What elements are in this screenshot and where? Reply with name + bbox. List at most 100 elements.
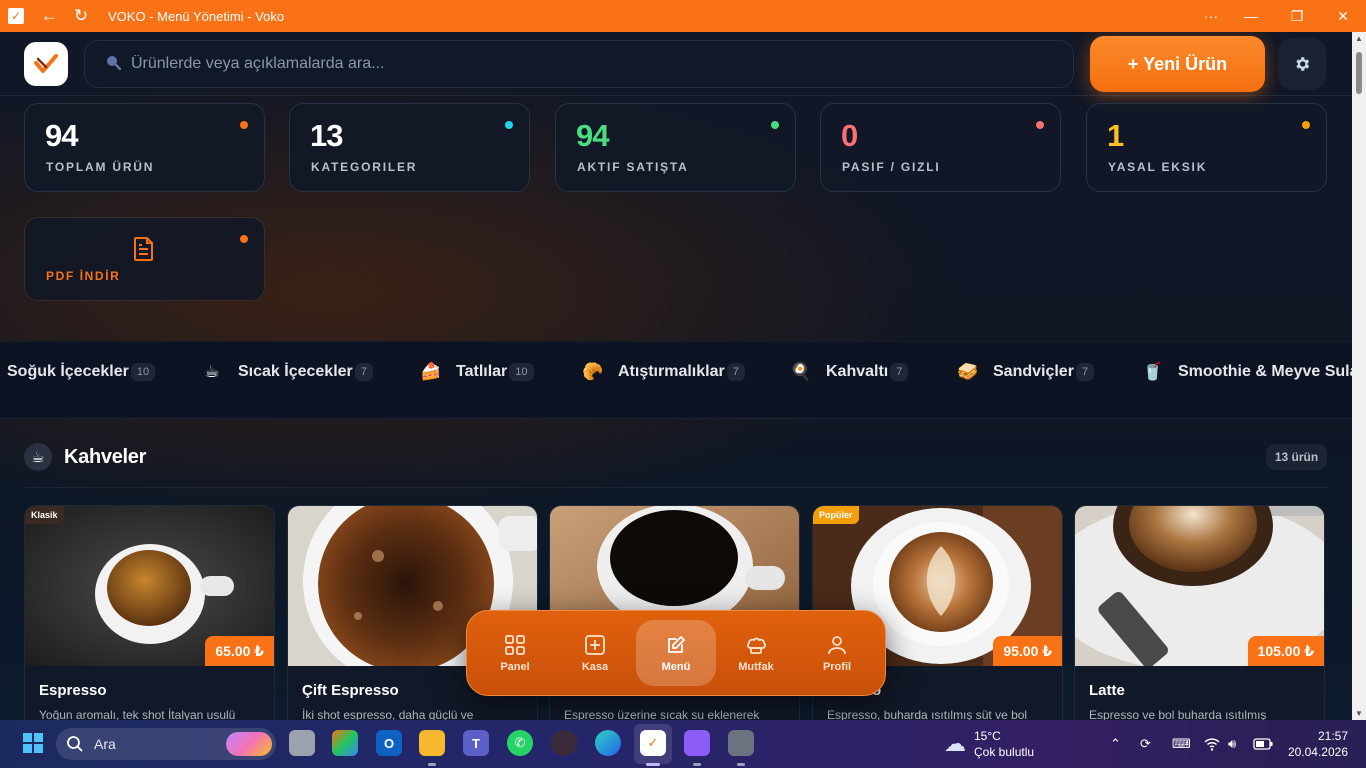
stat-legal-missing[interactable]: 1 YASAL EKSIK <box>1086 103 1327 192</box>
coffee-icon: ☕ <box>24 443 52 471</box>
product-description: Espresso üzerine sıcak su eklenerek <box>564 708 760 720</box>
windows-start-icon[interactable] <box>20 730 46 756</box>
nav-panel[interactable]: Panel <box>475 620 555 686</box>
weather-widget[interactable]: ☁ 15°C Çok bulutlu <box>944 720 1034 768</box>
pdf-download-button[interactable]: PDF İNDİR <box>24 217 265 301</box>
taskbar-search-label: Ara <box>94 736 116 752</box>
product-description: Yoğun aromalı, tek shot İtalyan usulü <box>39 708 236 720</box>
whatsapp-icon[interactable]: ✆ <box>507 730 533 756</box>
croissant-icon: 🥐 <box>582 362 604 381</box>
maximize-button[interactable]: ❐ <box>1274 0 1320 32</box>
battery-icon[interactable] <box>1253 720 1273 768</box>
weather-desc: Çok bulutlu <box>974 745 1035 759</box>
category-tab-smoothies[interactable]: 🥤 Smoothie & Meyve Sula <box>1142 361 1352 383</box>
nav-profil[interactable]: Profil <box>797 620 877 686</box>
sync-icon[interactable]: ⟳ <box>1140 720 1151 768</box>
close-button[interactable]: ✕ <box>1320 0 1366 32</box>
clock[interactable]: 21:57 20.04.2026 <box>1288 720 1348 768</box>
category-bar: Soğuk İçecekler 10 ☕ Sıcak İçecekler 7 🍰… <box>0 341 1352 419</box>
category-count-badge: 10 <box>509 363 534 381</box>
nav-mutfak[interactable]: Mutfak <box>716 620 796 686</box>
search-bar[interactable] <box>84 40 1074 88</box>
app-icon[interactable] <box>551 730 577 756</box>
stat-label: PASIF / GIZLI <box>842 160 941 174</box>
nav-label: Panel <box>500 660 530 673</box>
outlook-icon[interactable]: O <box>376 730 402 756</box>
status-dot <box>771 121 779 129</box>
category-tab-sandwiches[interactable]: 🥪 Sandviçler 7 <box>957 361 1095 383</box>
stat-value: 0 <box>841 118 858 153</box>
product-description: Espresso, buharda ısıtılmış süt ve bol <box>827 708 1028 720</box>
nav-label: Kasa <box>581 660 609 673</box>
refresh-icon[interactable]: ↻ <box>72 6 90 26</box>
grid-icon <box>505 634 525 655</box>
stat-categories: 13 KATEGORILER <box>289 103 530 192</box>
gear-icon <box>1296 57 1310 71</box>
volume-icon[interactable]: 🔊︎ <box>1228 720 1236 768</box>
back-arrow-icon[interactable]: ← <box>40 6 58 26</box>
category-count-badge: 7 <box>354 363 373 381</box>
scroll-up-arrow-icon[interactable]: ▲ <box>1352 34 1366 43</box>
product-name: Çift Espresso <box>302 682 399 699</box>
category-tab-snacks[interactable]: 🥐 Atıştırmalıklar 7 <box>582 361 745 383</box>
product-card-latte[interactable]: 105.00 ₺ Latte Espresso ve bol buharda ı… <box>1074 505 1325 720</box>
discord-like-icon[interactable] <box>684 730 710 756</box>
scrollbar-thumb[interactable] <box>1356 52 1362 94</box>
edge-icon[interactable] <box>595 730 621 756</box>
product-badge: Popüler <box>813 506 859 524</box>
search-icon <box>67 736 83 752</box>
category-count-badge: 10 <box>130 363 156 381</box>
new-product-button[interactable]: + Yeni Ürün <box>1090 36 1265 92</box>
stat-value: 94 <box>45 118 78 153</box>
breakfast-icon: 🍳 <box>790 362 812 381</box>
wifi-icon[interactable] <box>1204 720 1220 768</box>
status-dot <box>1036 121 1044 129</box>
minimize-button[interactable]: — <box>1228 0 1274 32</box>
product-card-espresso[interactable]: Klasik 65.00 ₺ Espresso Yoğun aromalı, t… <box>24 505 275 720</box>
keyboard-icon[interactable]: ⌨ <box>1172 720 1191 768</box>
category-tab-cold-drinks[interactable]: Soğuk İçecekler 10 <box>7 361 156 383</box>
nav-kasa[interactable]: Kasa <box>555 620 635 686</box>
search-input[interactable] <box>131 55 1031 73</box>
search-icon <box>105 54 122 74</box>
chevron-up-icon[interactable]: ⌃ <box>1110 720 1121 768</box>
user-icon <box>828 635 846 654</box>
microsoft-store-icon[interactable] <box>332 730 358 756</box>
weather-temp: 15°C <box>974 729 1001 743</box>
cloud-icon: ☁ <box>944 731 966 756</box>
section-header: ☕ Kahveler <box>24 437 146 477</box>
cake-icon: 🍰 <box>420 362 442 381</box>
category-tab-hot-drinks[interactable]: ☕ Sıcak İçecekler 7 <box>202 361 373 383</box>
task-view-icon[interactable] <box>289 730 315 756</box>
file-explorer-icon[interactable] <box>419 730 445 756</box>
teams-icon[interactable]: T <box>463 730 489 756</box>
voko-taskbar-icon[interactable]: ✓ <box>640 730 666 756</box>
nav-label: Profil <box>822 660 852 673</box>
nav-label: Mutfak <box>738 660 774 673</box>
category-tab-desserts[interactable]: 🍰 Tatlılar 10 <box>420 361 534 383</box>
category-name: Sıcak İçecekler <box>238 363 353 380</box>
category-name: Atıştırmalıklar <box>618 363 725 380</box>
price-tag: 65.00 ₺ <box>205 636 274 666</box>
remote-desktop-icon[interactable] <box>728 730 754 756</box>
section-count-badge: 13 ürün <box>1266 444 1327 470</box>
search-highlight-image <box>226 732 272 756</box>
section-title: Kahveler <box>64 445 147 468</box>
category-name: Tatlılar <box>456 363 508 380</box>
product-badge: Klasik <box>25 506 64 524</box>
category-count-badge: 7 <box>890 363 909 381</box>
scroll-down-arrow-icon[interactable]: ▼ <box>1352 709 1366 718</box>
settings-button[interactable] <box>1278 38 1326 90</box>
stat-value: 13 <box>310 118 343 153</box>
window-titlebar: ✓ ← ↻ VOKO - Menü Yönetimi - Voko ··· — … <box>0 0 1366 32</box>
category-tab-breakfast[interactable]: 🍳 Kahvaltı 7 <box>790 361 909 383</box>
category-count-badge: 7 <box>1075 363 1095 381</box>
page-scrollbar[interactable]: ▲ ▼ <box>1352 32 1366 720</box>
stat-active: 94 AKTIF SATIŞTA <box>555 103 796 192</box>
taskbar-search[interactable]: Ara <box>56 728 276 760</box>
stat-value: 1 <box>1107 118 1124 153</box>
nav-menu[interactable]: Menü <box>636 620 716 686</box>
app-logo[interactable] <box>24 42 68 86</box>
status-dot <box>240 235 248 243</box>
nav-label: Menü <box>661 660 691 673</box>
